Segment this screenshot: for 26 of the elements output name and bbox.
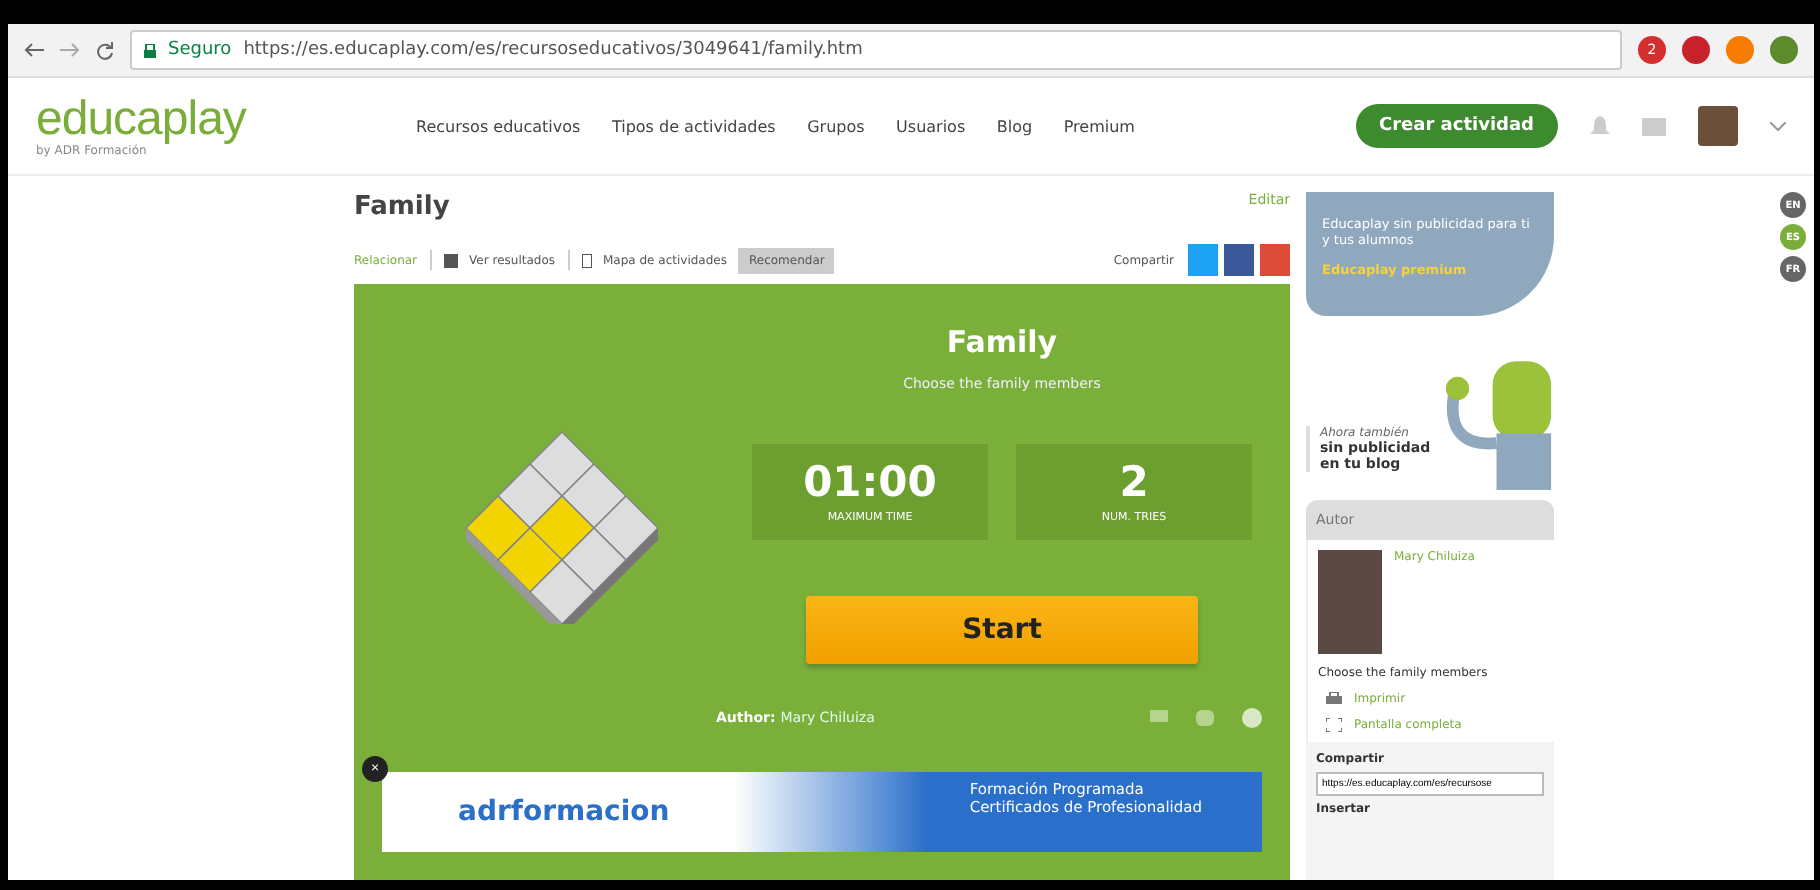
nav-link[interactable]: Premium [1063, 117, 1135, 135]
create-activity-button[interactable]: Crear actividad [1355, 104, 1558, 148]
start-button[interactable]: Start [806, 596, 1198, 664]
document-icon [581, 253, 591, 267]
address-bar[interactable]: Seguro https://es.educaplay.com/es/recursoseducativos/3049641/family.htm [130, 30, 1622, 70]
game-title: Family [946, 324, 1058, 360]
photo-placeholder [1318, 550, 1382, 654]
reload-icon[interactable] [96, 41, 114, 59]
ad-logo: adrformacion [458, 796, 670, 828]
grid-icon [443, 253, 458, 267]
nav-link[interactable]: Recursos educativos [416, 117, 581, 135]
printer-icon [1326, 692, 1342, 706]
secure-label: Seguro [168, 40, 232, 60]
bell-icon[interactable] [1590, 115, 1610, 137]
nav-link[interactable]: Usuarios [896, 117, 966, 135]
nav-link[interactable]: Blog [996, 117, 1033, 135]
stat-value: 2 [1119, 461, 1149, 503]
nav-link[interactable]: Grupos [807, 117, 865, 135]
activity-title: Family [354, 192, 450, 222]
stat-value: 01:00 [803, 461, 937, 503]
nav-link[interactable]: Tipos de actividades [611, 117, 776, 135]
lock-icon [144, 43, 156, 57]
back-icon[interactable] [24, 42, 44, 58]
chevron-icon[interactable] [1770, 121, 1786, 131]
forward-icon[interactable] [60, 42, 80, 58]
url-text: https://es.educaplay.com/es/recursoseducativos/3049641/family.htm [243, 40, 863, 60]
